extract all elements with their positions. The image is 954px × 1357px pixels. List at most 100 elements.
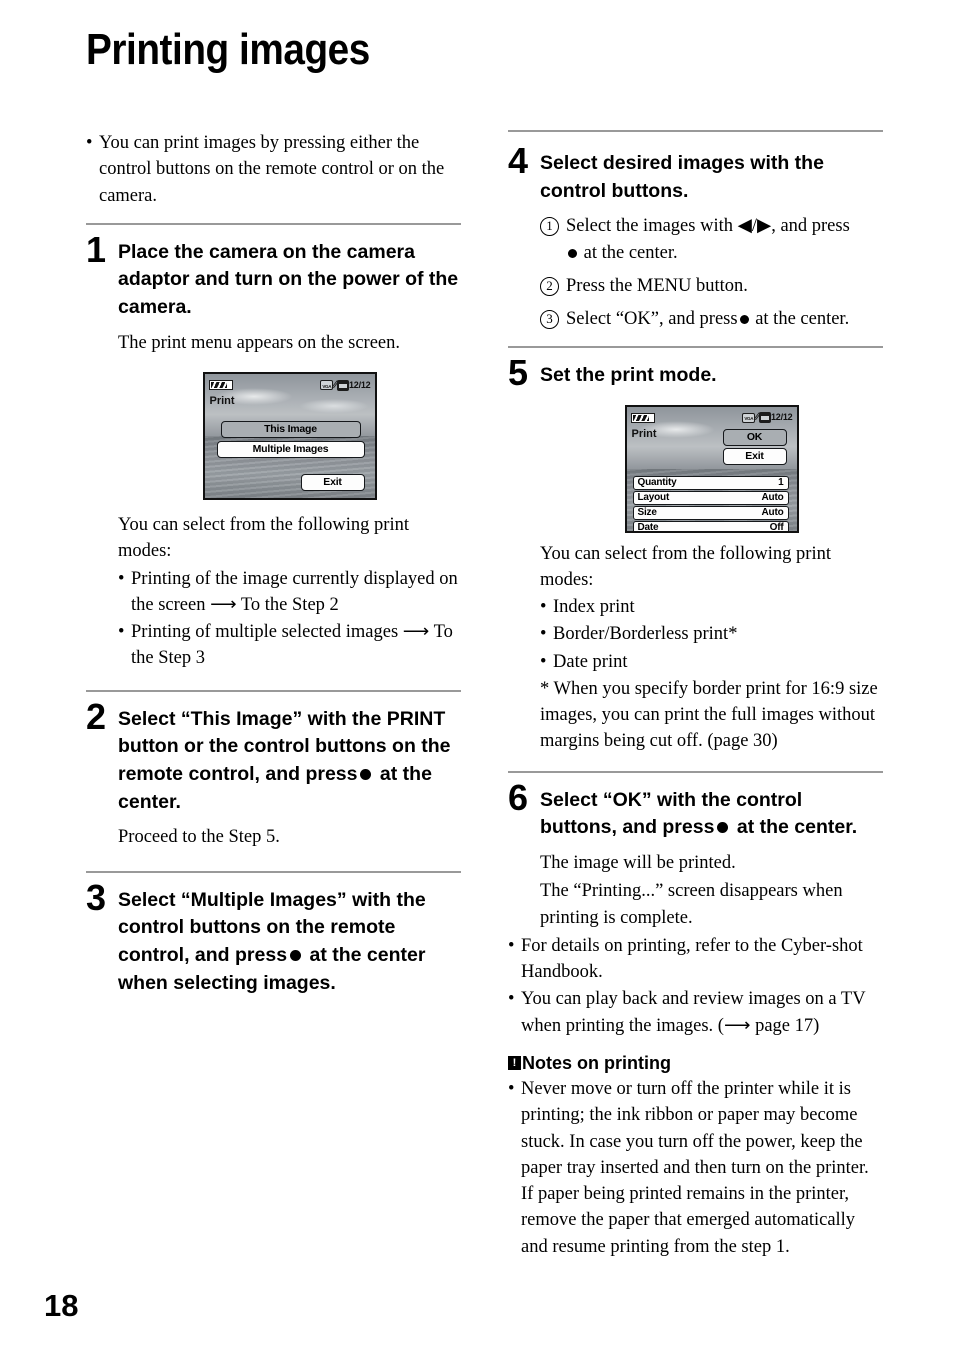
step-6-description-1: The image will be printed. — [540, 853, 736, 874]
intro-text: You can print images by pressing either … — [99, 133, 445, 206]
step-4: 4 Select desired images with the control… — [508, 142, 883, 205]
vga-icon — [320, 380, 334, 391]
intro-bullet: • You can print images by pressing eithe… — [86, 130, 461, 209]
mode-text: Index print — [553, 597, 635, 618]
lcd-setting-layout[interactable]: Layout Auto — [632, 490, 789, 505]
bullet-marker: • — [86, 133, 93, 153]
step-6-number: 6 — [508, 776, 529, 818]
list-item: 2 Press the MENU button. — [540, 273, 883, 299]
center-button-icon — [739, 315, 749, 325]
step-2-body: Proceed to the Step 5. — [118, 824, 461, 850]
lcd-button-exit[interactable]: Exit — [722, 447, 787, 465]
battery-icon — [208, 380, 233, 391]
setting-label: Quantity — [637, 476, 677, 488]
step-6-bullets: • For details on printing, refer to the … — [508, 933, 883, 1039]
divider-line — [86, 689, 461, 692]
step-5-number: 5 — [508, 352, 529, 394]
step-6: 6 Select “OK” with the control buttons, … — [508, 776, 883, 842]
battery-icon — [630, 412, 655, 423]
step-2: 2 Select “This Image” with the PRINT but… — [86, 695, 461, 817]
right-column: 4 Select desired images with the control… — [508, 130, 883, 1260]
step-4-title: Select desired images with the control b… — [540, 152, 824, 202]
setting-value: Auto — [761, 491, 784, 503]
step-6-body: The image will be printed. The “Printing… — [540, 850, 883, 931]
step-2-description: Proceed to the Step 5. — [118, 827, 280, 848]
bullet-marker: • — [118, 568, 125, 589]
center-button-icon — [568, 248, 577, 258]
step-3-title: Select “Multiple Images” with the contro… — [118, 883, 461, 998]
setting-label: Date — [637, 521, 659, 533]
list-item: 1 Select the images with ◀/▶, and press … — [540, 213, 883, 266]
lcd-settings-list: Quantity 1 Layout Auto Size Auto Date Of… — [632, 475, 789, 533]
list-item: • Date print — [540, 649, 883, 675]
mode-text: Date print — [553, 651, 628, 672]
list-item: • Index print — [540, 594, 883, 620]
bullet-marker: • — [540, 651, 547, 672]
camera-lcd-screen-1: ⁄⁄ 12/12 Print This Image Multiple Image… — [202, 372, 377, 501]
setting-label: Size — [637, 506, 657, 518]
step-4-body: 1 Select the images with ◀/▶, and press … — [540, 213, 883, 332]
lcd-setting-quantity[interactable]: Quantity 1 — [632, 475, 789, 490]
bullet-marker: • — [540, 624, 547, 645]
left-column: • You can print images by pressing eithe… — [86, 130, 461, 997]
substep-text: Select the images with ◀/▶, and press at… — [566, 216, 850, 263]
step-5-body: ⁄⁄ 12/12 Print OK Exit Quantity 1 Layout… — [540, 404, 883, 755]
lcd-setting-size[interactable]: Size Auto — [632, 505, 789, 520]
bullet-marker: • — [540, 597, 547, 618]
lcd-button-ok[interactable]: OK — [722, 428, 787, 446]
list-item: • Printing of the image currently displa… — [118, 566, 461, 619]
step-5-footnote: * When you specify border print for 16:9… — [540, 678, 878, 752]
vga-icon — [742, 412, 756, 423]
lcd-status-bar: ⁄⁄ 12/12 — [205, 374, 375, 396]
bullet-text: For details on printing, refer to the Cy… — [521, 935, 863, 983]
bullet-marker: • — [508, 1078, 515, 1099]
circled-number-3: 3 — [540, 306, 566, 332]
step-1-title: Place the camera on the camera adaptor a… — [118, 240, 459, 319]
bullet-marker: • — [118, 622, 125, 643]
step-1: 1 Place the camera on the camera adaptor… — [86, 228, 461, 322]
divider-line — [508, 346, 883, 349]
lcd-mode-label: Print — [631, 427, 657, 440]
lcd-setting-date[interactable]: Date Off — [632, 520, 789, 533]
page-title: Printing images — [86, 25, 370, 74]
lcd-mode-label: Print — [209, 395, 235, 408]
step-5-title: Set the print mode. — [540, 364, 717, 387]
step-1-body: The print menu appears on the screen. ⁄⁄… — [118, 330, 461, 672]
setting-value: Off — [769, 521, 784, 533]
lcd-button-exit[interactable]: Exit — [300, 474, 365, 492]
list-item: • You can play back and review images on… — [508, 986, 883, 1039]
footnote-item: * When you specify border print for 16:9… — [540, 676, 883, 755]
lcd-image-counter: 12/12 — [348, 379, 371, 390]
center-button-icon — [717, 821, 729, 833]
step-6-title-part-b: at the center. — [736, 816, 858, 839]
center-button-icon — [290, 949, 302, 961]
step-2-number: 2 — [86, 695, 107, 737]
note-text: Never move or turn off the printer while… — [521, 1078, 869, 1257]
list-item: 3 Select “OK”, and press at the center. — [540, 306, 883, 332]
lcd-button-this-image[interactable]: This Image — [220, 421, 361, 439]
document-page: Printing images • You can print images b… — [0, 0, 954, 1357]
divider-line — [86, 222, 461, 225]
step-1-number: 1 — [86, 228, 107, 270]
step-4-substeps: 1 Select the images with ◀/▶, and press … — [540, 213, 883, 332]
lcd-image-counter: 12/12 — [770, 412, 793, 423]
notes-heading: ! Notes on printing — [508, 1053, 883, 1074]
step-3-number: 3 — [86, 876, 107, 918]
substep-text: Select “OK”, and press at the center. — [566, 309, 850, 330]
setting-value: 1 — [778, 476, 784, 488]
list-item: • Border/Borderless print* — [540, 621, 883, 647]
setting-label: Layout — [637, 491, 670, 503]
step-5: 5 Set the print mode. — [508, 352, 883, 394]
step-6-title: Select “OK” with the control buttons, an… — [540, 783, 883, 842]
notes-heading-text: Notes on printing — [522, 1052, 671, 1073]
lcd-button-multiple-images[interactable]: Multiple Images — [216, 441, 365, 459]
memory-card-icon — [758, 412, 771, 424]
notes-list: • Never move or turn off the printer whi… — [508, 1076, 883, 1260]
center-button-icon — [360, 768, 372, 780]
bullet-marker: • — [508, 989, 515, 1010]
bullet-text: You can play back and review images on a… — [521, 989, 866, 1036]
setting-value: Auto — [761, 506, 784, 518]
warning-icon: ! — [508, 1056, 521, 1071]
circled-number-2: 2 — [540, 273, 566, 299]
bullet-marker: • — [508, 935, 515, 956]
